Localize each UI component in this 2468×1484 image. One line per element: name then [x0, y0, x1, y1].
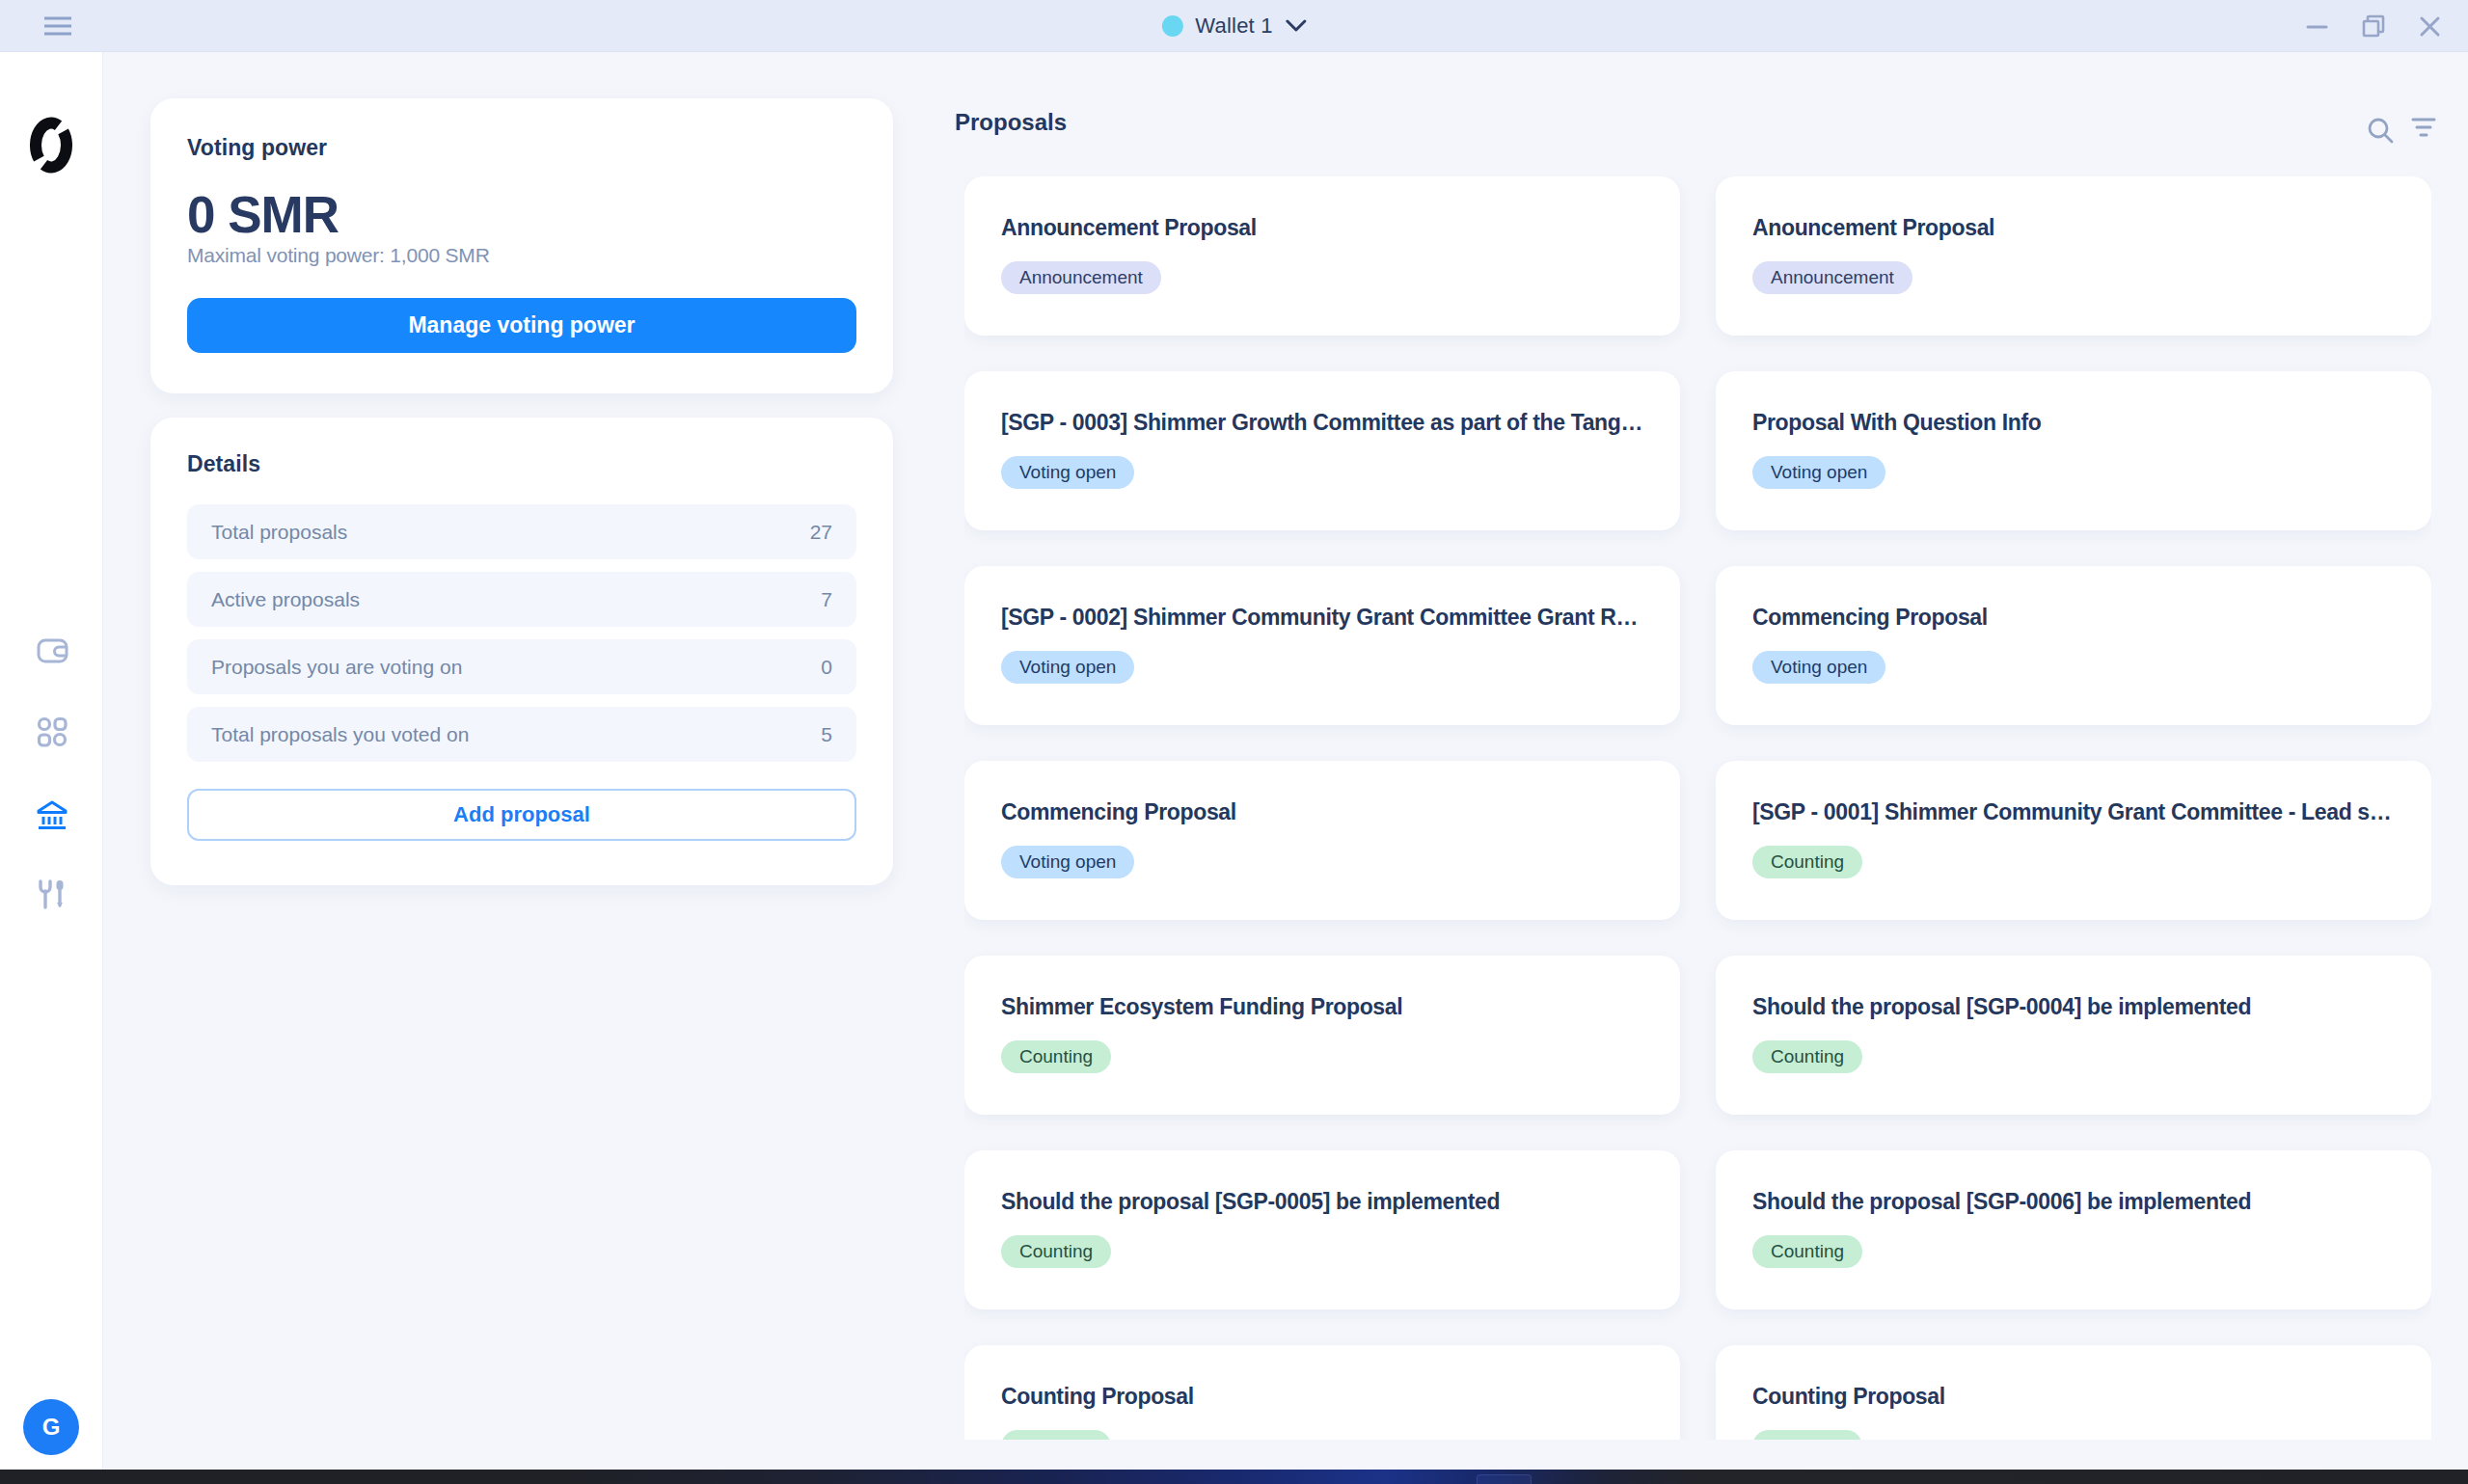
proposal-card[interactable]: [SGP - 0001] Shimmer Community Grant Com…	[1716, 761, 2431, 920]
app-window: Wallet 1	[0, 0, 2468, 1484]
search-icon[interactable]	[2366, 116, 2395, 145]
proposal-card[interactable]: Should the proposal [SGP-0004] be implem…	[1716, 956, 2431, 1115]
proposal-status-badge: Counting	[1752, 846, 1862, 878]
proposals-title: Proposals	[955, 110, 1067, 135]
proposal-title: [SGP - 0001] Shimmer Community Grant Com…	[1752, 800, 2399, 824]
proposal-status-badge: Announcement	[1752, 261, 1912, 294]
wallet-status-dot	[1161, 15, 1182, 37]
restore-button[interactable]	[2361, 13, 2386, 39]
window-controls	[2305, 0, 2442, 52]
proposal-title: [SGP - 0002] Shimmer Community Grant Com…	[1001, 606, 1647, 630]
voting-power-max: Maximal voting power: 1,000 SMR	[187, 244, 490, 267]
details-row-value: 7	[821, 588, 832, 611]
proposal-status-badge: Counting	[1001, 1040, 1111, 1073]
proposal-title: Counting Proposal	[1001, 1385, 1647, 1409]
proposal-card[interactable]: Shimmer Ecosystem Funding Proposal Count…	[964, 956, 1680, 1115]
details-row: Proposals you are voting on 0	[187, 639, 856, 694]
voting-power-title: Voting power	[187, 137, 327, 159]
wallet-switcher[interactable]: Wallet 1	[1161, 0, 1306, 52]
filter-icon[interactable]	[2410, 116, 2437, 141]
proposal-card[interactable]: Counting Proposal Counting	[964, 1345, 1680, 1440]
sidebar-item-governance[interactable]	[36, 798, 68, 831]
main-content: Voting power 0 SMR Maximal voting power:…	[103, 52, 2468, 1470]
proposal-status-badge: Voting open	[1752, 651, 1885, 684]
proposal-status-badge: Voting open	[1752, 456, 1885, 489]
sidebar-item-settings[interactable]	[36, 878, 68, 911]
proposal-card[interactable]: Should the proposal [SGP-0005] be implem…	[964, 1150, 1680, 1309]
add-proposal-button[interactable]: Add proposal	[187, 789, 856, 841]
proposal-card[interactable]: [SGP - 0002] Shimmer Community Grant Com…	[964, 566, 1680, 725]
proposals-header-icons	[2366, 116, 2437, 145]
profile-avatar[interactable]: G	[23, 1399, 79, 1455]
proposal-title: Counting Proposal	[1752, 1385, 2399, 1409]
proposal-title: Announcement Proposal	[1001, 216, 1647, 240]
proposal-status-badge: Voting open	[1001, 846, 1134, 878]
proposal-status-badge: Counting	[1752, 1040, 1862, 1073]
voting-power-card: Voting power 0 SMR Maximal voting power:…	[150, 98, 893, 393]
chevron-down-icon	[1286, 19, 1307, 33]
proposal-card[interactable]: Commencing Proposal Voting open	[964, 761, 1680, 920]
manage-voting-power-button[interactable]: Manage voting power	[187, 298, 856, 353]
details-row-value: 27	[810, 521, 832, 544]
details-row-value: 0	[821, 656, 832, 679]
proposal-title: Shimmer Ecosystem Funding Proposal	[1001, 995, 1647, 1019]
details-card: Details Total proposals 27 Active propos…	[150, 418, 893, 885]
proposal-title: Should the proposal [SGP-0004] be implem…	[1752, 995, 2399, 1019]
proposal-card[interactable]: Proposal With Question Info Voting open	[1716, 371, 2431, 530]
shimmer-logo-icon	[30, 117, 72, 177]
wallet-title: Wallet 1	[1195, 13, 1272, 39]
proposal-card[interactable]: Anouncement Proposal Announcement	[1716, 176, 2431, 336]
details-row-label: Active proposals	[211, 588, 360, 611]
proposal-card[interactable]: Counting Proposal Counting	[1716, 1345, 2431, 1440]
voting-power-amount: 0 SMR	[187, 189, 339, 240]
proposal-title: [SGP - 0003] Shimmer Growth Committee as…	[1001, 411, 1647, 435]
details-row-label: Total proposals you voted on	[211, 723, 469, 746]
sidebar-item-wallet[interactable]	[36, 634, 68, 667]
proposal-title: Commencing Proposal	[1001, 800, 1647, 824]
proposal-status-badge: Voting open	[1001, 651, 1134, 684]
proposal-title: Should the proposal [SGP-0006] be implem…	[1752, 1190, 2399, 1214]
details-row-label: Proposals you are voting on	[211, 656, 462, 679]
proposals-grid: Announcement Proposal Announcement Anoun…	[964, 176, 2431, 1440]
menu-icon[interactable]	[44, 14, 71, 38]
proposal-card[interactable]: Commencing Proposal Voting open	[1716, 566, 2431, 725]
proposal-status-badge: Counting	[1001, 1235, 1111, 1268]
proposal-title: Anouncement Proposal	[1752, 216, 2399, 240]
sidebar: G	[0, 52, 103, 1470]
proposal-title: Commencing Proposal	[1752, 606, 2399, 630]
proposal-card[interactable]: [SGP - 0003] Shimmer Growth Committee as…	[964, 371, 1680, 530]
proposal-status-badge: Announcement	[1001, 261, 1161, 294]
proposal-card[interactable]: Announcement Proposal Announcement	[964, 176, 1680, 336]
details-row: Total proposals 27	[187, 504, 856, 559]
proposal-card[interactable]: Should the proposal [SGP-0006] be implem…	[1716, 1150, 2431, 1309]
details-rows: Total proposals 27 Active proposals 7 Pr…	[187, 504, 856, 762]
close-button[interactable]	[2418, 14, 2442, 39]
details-title: Details	[187, 453, 856, 475]
details-row: Total proposals you voted on 5	[187, 707, 856, 762]
proposal-status-badge: Counting	[1752, 1430, 1862, 1440]
details-row-value: 5	[821, 723, 832, 746]
details-row: Active proposals 7	[187, 572, 856, 627]
title-bar: Wallet 1	[0, 0, 2468, 52]
desktop-taskbar	[0, 1470, 2468, 1484]
proposal-title: Should the proposal [SGP-0005] be implem…	[1001, 1190, 1647, 1214]
proposal-status-badge: Voting open	[1001, 456, 1134, 489]
avatar-initial: G	[42, 1414, 61, 1441]
minimize-button[interactable]	[2305, 14, 2329, 39]
proposal-title: Proposal With Question Info	[1752, 411, 2399, 435]
proposal-status-badge: Counting	[1752, 1235, 1862, 1268]
taskbar-button[interactable]	[1477, 1474, 1532, 1484]
sidebar-item-collectibles[interactable]	[36, 715, 68, 748]
details-row-label: Total proposals	[211, 521, 347, 544]
proposal-status-badge: Counting	[1001, 1430, 1111, 1440]
